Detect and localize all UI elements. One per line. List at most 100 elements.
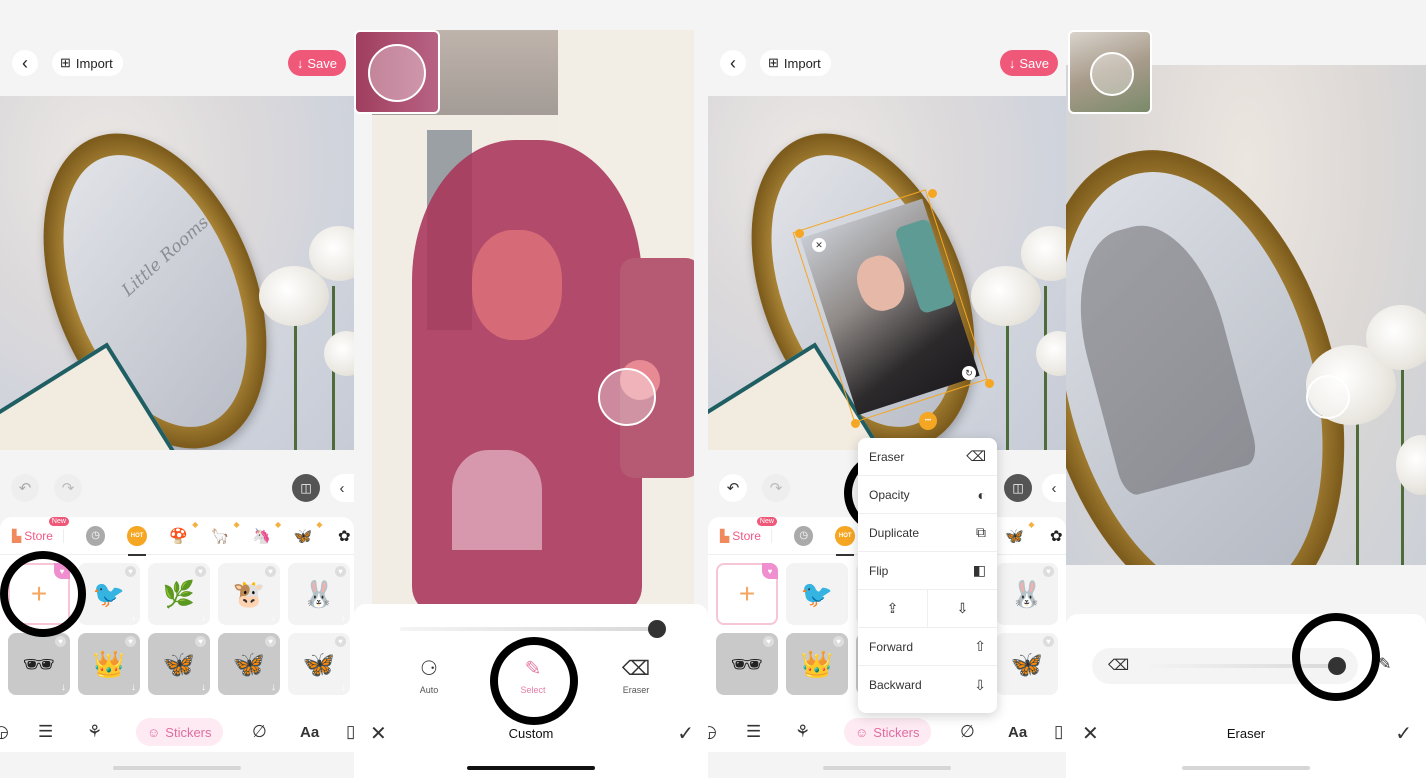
tool-eraser[interactable]: ⌫ Eraser <box>606 656 666 695</box>
eraser-strength-slider[interactable] <box>1144 664 1344 668</box>
more-tools-icon[interactable]: ▯ <box>346 722 354 742</box>
collapse-button[interactable]: ‹ <box>1042 474 1066 502</box>
sticker-palm-leaf[interactable]: 🌿 ♥ ↓ <box>148 563 210 625</box>
category-butterfly[interactable]: 🦋 ◆ <box>1005 520 1034 546</box>
store-tab[interactable]: ▙ Store New <box>12 516 69 543</box>
import-button[interactable]: ⊞ Import <box>52 50 123 76</box>
hot-tab[interactable]: HOT <box>127 525 147 556</box>
recent-tab[interactable]: ◷ <box>793 525 814 546</box>
redo-button[interactable]: ↷ <box>762 474 790 502</box>
favorite-icon[interactable]: ♥ <box>1043 636 1054 647</box>
draw-icon[interactable]: ∅ <box>960 722 975 742</box>
photo-canvas[interactable]: ✕ ↻ ••• <box>708 96 1066 450</box>
confirm-button[interactable]: ✓ <box>677 721 694 746</box>
text-icon[interactable]: Aa <box>300 724 319 741</box>
text-icon[interactable]: Aa <box>1008 724 1027 741</box>
brush-size-slider[interactable] <box>400 627 658 631</box>
favorite-icon[interactable]: ♥ <box>335 636 346 647</box>
hot-tab[interactable]: HOT <box>835 525 855 556</box>
adjust-icon[interactable]: ☰ <box>746 722 761 742</box>
favorite-icon[interactable]: ♥ <box>763 636 774 647</box>
back-button[interactable]: ‹ <box>12 50 38 76</box>
save-button[interactable]: ↓ Save <box>287 50 346 76</box>
compare-button[interactable]: ◫ <box>292 474 320 502</box>
favorite-icon[interactable]: ♥ <box>833 636 844 647</box>
tool-select[interactable]: ✎ Select <box>503 656 563 695</box>
redo-button[interactable]: ↷ <box>54 474 82 502</box>
category-butterfly[interactable]: 🦋 ◆ <box>293 520 322 546</box>
recent-tab[interactable]: ◷ <box>85 525 106 546</box>
menu-item-eraser[interactable]: Eraser ⌫ <box>858 438 997 476</box>
tool-auto[interactable]: ⚆ Auto <box>399 656 459 695</box>
stickers-tab[interactable]: ☺ Stickers <box>136 718 223 746</box>
collapse-button[interactable]: ‹ <box>330 474 354 502</box>
filters-icon[interactable]: ⚘ <box>87 722 102 742</box>
brush-size-thumb[interactable] <box>648 620 666 638</box>
resize-handle[interactable] <box>928 189 937 198</box>
sticker-teal-butterflies[interactable]: 🦋 ♥ ↓ <box>218 633 280 695</box>
sticker-bunny[interactable]: 🐰 ♥ <box>996 563 1058 625</box>
rotate-sticker-button[interactable]: ↻ <box>962 366 976 380</box>
sticker-neon-glasses[interactable]: 🕶 ♥ ↓ <box>8 633 70 695</box>
stickers-tab[interactable]: ☺ Stickers <box>844 718 931 746</box>
store-tab[interactable]: ▙ Store New <box>720 516 777 543</box>
adjust-icon[interactable]: ☰ <box>38 722 53 742</box>
favorite-icon[interactable]: ♥ <box>265 566 276 577</box>
sticker-pink-butterflies[interactable]: 🦋 ♥ <box>996 633 1058 695</box>
filters-icon[interactable]: ⚘ <box>795 722 810 742</box>
category-more[interactable]: ✿ <box>1046 526 1066 546</box>
favorite-icon[interactable]: ♥ <box>265 636 276 647</box>
brush-icon[interactable]: ✎ <box>1378 654 1391 674</box>
confirm-button[interactable]: ✓ <box>1395 721 1412 746</box>
delete-sticker-button[interactable]: ✕ <box>812 238 826 252</box>
crop-icon[interactable]: ◶ <box>708 722 717 742</box>
add-sticker-tile[interactable]: + ♥ <box>716 563 778 625</box>
favorite-icon[interactable]: ♥ <box>1043 566 1054 577</box>
category-unicorn[interactable]: 🦄 ◆ <box>252 520 281 546</box>
sticker-pink-butterflies[interactable]: 🦋 ♥ ↓ <box>288 633 350 695</box>
save-button[interactable]: ↓ Save <box>999 50 1058 76</box>
brush-cursor[interactable] <box>598 368 656 426</box>
sticker-blue-butterfly[interactable]: 🦋 ♥ ↓ <box>148 633 210 695</box>
favorite-icon[interactable]: ♥ <box>55 636 66 647</box>
sticker-bunny[interactable]: 🐰 ♥ ↓ <box>288 563 350 625</box>
import-button[interactable]: ⊞ Import <box>760 50 831 76</box>
menu-item-flip[interactable]: Flip ◧ <box>858 552 997 590</box>
favorite-icon[interactable]: ♥ <box>125 566 136 577</box>
bring-to-front-button[interactable]: ⇪ <box>858 590 928 627</box>
more-tools-icon[interactable]: ▯ <box>1054 722 1063 742</box>
resize-handle[interactable] <box>795 229 804 238</box>
sticker-hummingbird[interactable]: 🐦 <box>786 563 848 625</box>
menu-item-backward[interactable]: Backward ⇩ <box>858 666 997 704</box>
category-mushroom-house[interactable]: 🍄 ◆ <box>169 520 198 546</box>
resize-handle[interactable] <box>985 379 994 388</box>
photo-canvas[interactable] <box>1066 65 1426 565</box>
resize-handle[interactable] <box>851 419 860 428</box>
favorite-icon[interactable]: ♥ <box>125 636 136 647</box>
favorite-icon[interactable]: ♥ <box>335 566 346 577</box>
add-sticker-tile[interactable]: + ♥ <box>8 563 70 625</box>
undo-button[interactable]: ↶ <box>719 474 747 502</box>
menu-item-opacity[interactable]: Opacity ◐ <box>858 476 997 514</box>
category-llama[interactable]: 🦙 ◆ <box>210 520 240 546</box>
menu-item-forward[interactable]: Forward ⇧ <box>858 628 997 666</box>
cutout-canvas[interactable] <box>372 30 694 604</box>
sticker-neon-crown[interactable]: 👑 ♥ <box>786 633 848 695</box>
sticker-neon-crown[interactable]: 👑 ♥ ↓ <box>78 633 140 695</box>
sticker-cow[interactable]: 🐮 ♥ ↓ <box>218 563 280 625</box>
draw-icon[interactable]: ∅ <box>252 722 267 742</box>
menu-item-duplicate[interactable]: Duplicate ⧉ <box>858 514 997 552</box>
photo-canvas[interactable]: Little Rooms <box>0 96 354 450</box>
favorite-icon[interactable]: ♥ <box>195 566 206 577</box>
category-more[interactable]: ✿ <box>335 526 354 546</box>
more-options-button[interactable]: ••• <box>919 412 937 430</box>
sticker-hummingbird[interactable]: 🐦 ♥ ↓ <box>78 563 140 625</box>
crop-icon[interactable]: ◶ <box>0 722 9 742</box>
favorite-icon[interactable]: ♥ <box>195 636 206 647</box>
send-to-back-button[interactable]: ⇩ <box>928 590 997 627</box>
back-button[interactable]: ‹ <box>720 50 746 76</box>
brush-cursor[interactable] <box>1306 375 1350 419</box>
eraser-strength-thumb[interactable] <box>1328 657 1346 675</box>
sticker-neon-glasses[interactable]: 🕶 ♥ <box>716 633 778 695</box>
compare-button[interactable]: ◫ <box>1004 474 1032 502</box>
